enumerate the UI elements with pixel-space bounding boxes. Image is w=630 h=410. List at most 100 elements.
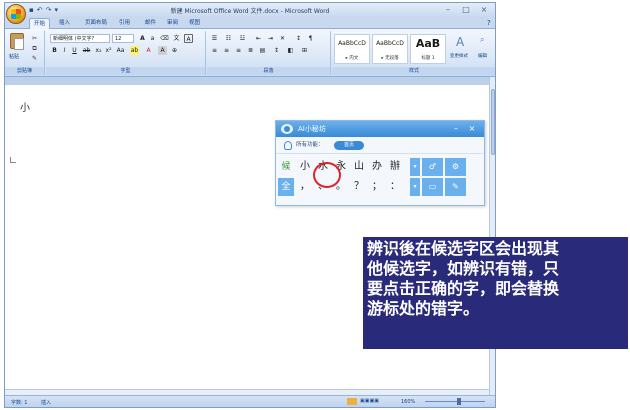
document-text[interactable]: 小 — [20, 99, 30, 114]
grow-font-icon[interactable]: A — [138, 34, 147, 43]
format-painter-icon[interactable]: ✎ — [31, 55, 38, 62]
line-spacing-icon[interactable]: ↕ — [272, 46, 281, 55]
symbol-char[interactable]: ： — [386, 178, 404, 196]
instruction-note: 辨识後在候选字区会出现其 他候选字，如辨识有错，只 要点击正确的字，即会替换 游… — [363, 237, 628, 349]
pen-icon[interactable]: ✎ — [444, 178, 466, 196]
close-button[interactable]: × — [475, 4, 493, 15]
subscript-icon[interactable]: x₂ — [94, 46, 103, 55]
tab-references[interactable]: 引用 — [115, 18, 134, 29]
enclose-char-icon[interactable]: ⊕ — [170, 46, 179, 55]
multilevel-list-icon[interactable]: ☳ — [238, 34, 247, 43]
office-button[interactable] — [6, 4, 26, 24]
shading-icon[interactable]: ◧ — [286, 46, 295, 55]
candidate-char[interactable]: 辦 — [386, 158, 404, 176]
phonetic-guide-icon[interactable]: 文 — [172, 34, 181, 43]
change-styles-label[interactable]: 变更样式 — [450, 53, 468, 59]
char-shading-icon[interactable]: A — [158, 46, 167, 55]
insert-mode[interactable]: 插入 — [41, 399, 51, 406]
font-color-icon[interactable]: A — [144, 46, 153, 55]
zoom-slider[interactable] — [425, 401, 485, 402]
distributed-icon[interactable]: ▤ — [258, 46, 267, 55]
font-name-combo[interactable]: 新细明体 (中文字? — [50, 34, 110, 43]
book-icon[interactable]: ▭ — [421, 178, 443, 196]
decrease-indent-icon[interactable]: ⇤ — [254, 34, 263, 43]
align-left-icon[interactable]: ≡ — [210, 46, 219, 55]
word-count[interactable]: 字数: 1 — [11, 399, 27, 406]
zoom-slider-thumb[interactable] — [457, 398, 461, 405]
show-marks-icon[interactable]: ¶ — [306, 34, 315, 43]
clipboard-group: 粘贴 ✂ ⧉ ✎ 剪贴簿 — [5, 31, 45, 75]
print-layout-icon[interactable] — [347, 398, 357, 405]
minimize-button[interactable]: – — [439, 4, 457, 15]
style-no-spacing-sample: AaBbCcD — [376, 40, 404, 47]
symbol-char[interactable]: ； — [368, 178, 386, 196]
align-right-icon[interactable]: ≡ — [234, 46, 243, 55]
style-normal[interactable]: AaBbCcD ▸ 内文 — [334, 34, 370, 64]
candidate-more-icon[interactable]: ▾ — [410, 158, 420, 176]
tab-review[interactable]: 审阅 — [163, 18, 182, 29]
ime-title-bar: AI小秘坊 – × — [276, 121, 484, 137]
shrink-font-icon[interactable]: a — [148, 34, 157, 43]
qat-dropdown-icon[interactable]: ▾ — [55, 6, 59, 14]
bold-icon[interactable]: B — [50, 46, 59, 55]
paste-label[interactable]: 粘贴 — [9, 53, 19, 60]
tab-view[interactable]: 视图 — [185, 18, 204, 29]
tab-mailings[interactable]: 邮件 — [141, 18, 160, 29]
edit-label[interactable]: 编辑 — [478, 53, 487, 59]
help-icon[interactable]: ? — [483, 18, 495, 29]
borders-icon[interactable]: ⊞ — [300, 46, 309, 55]
maximize-button[interactable]: □ — [457, 4, 475, 15]
save-icon[interactable]: ▪ — [29, 6, 34, 14]
view-buttons-icon[interactable]: ▣▣▣▣ — [360, 398, 396, 405]
candidate-char[interactable]: 小 — [296, 158, 314, 176]
tab-insert[interactable]: 插入 — [55, 18, 74, 29]
undo-icon[interactable]: ↶ — [37, 6, 43, 14]
strikethrough-icon[interactable]: ab — [82, 46, 91, 55]
ime-close-icon[interactable]: × — [466, 121, 478, 137]
voice-icon[interactable]: ♂ — [421, 158, 443, 176]
cut-icon[interactable]: ✂ — [31, 35, 38, 42]
superscript-icon[interactable]: x² — [104, 46, 113, 55]
style-no-spacing[interactable]: AaBbCcD ▸ 无段落 — [372, 34, 408, 64]
paste-icon[interactable] — [10, 33, 24, 50]
group-label-font: 字型 — [46, 67, 205, 75]
zoom-level[interactable]: 160% — [401, 399, 415, 405]
char-border-icon[interactable]: A — [184, 34, 193, 43]
sort-icon[interactable]: ↕ — [294, 34, 303, 43]
numbering-icon[interactable]: ☷ — [224, 34, 233, 43]
candidate-char[interactable]: 办 — [368, 158, 386, 176]
note-line: 他候选字，如辨识有错，只 — [367, 259, 560, 278]
font-size-combo[interactable]: 12 — [112, 34, 134, 43]
align-center-icon[interactable]: ≡ — [222, 46, 231, 55]
style-heading-1-name: 标题 1 — [421, 56, 435, 61]
find-icon[interactable]: ⌕ — [480, 35, 484, 45]
highlight-icon[interactable]: ab — [130, 46, 139, 55]
tab-page-layout[interactable]: 页面布局 — [81, 18, 111, 29]
group-label-paragraph: 段落 — [207, 67, 330, 75]
copy-icon[interactable]: ⧉ — [31, 45, 38, 52]
increase-indent-icon[interactable]: ⇥ — [266, 34, 275, 43]
ribbon-tabs: 开始 插入 页面布局 引用 邮件 审阅 视图 ? — [5, 17, 495, 29]
underline-icon[interactable]: U — [70, 46, 79, 55]
asian-layout-icon[interactable]: ✕ — [278, 34, 287, 43]
clear-format-icon[interactable]: ⌫ — [160, 34, 169, 43]
settings-icon[interactable]: ⚙ — [444, 158, 466, 176]
candidate-row-tag: 候 — [278, 158, 294, 176]
redo-icon[interactable]: ↷ — [46, 6, 52, 14]
change-styles-icon[interactable]: A — [456, 35, 470, 49]
style-normal-name: ▸ 内文 — [345, 56, 359, 61]
symbol-char[interactable]: ， — [296, 178, 314, 196]
candidate-char[interactable]: 山 — [350, 158, 368, 176]
italic-icon[interactable]: I — [60, 46, 69, 55]
symbol-more-icon[interactable]: ▾ — [410, 178, 420, 196]
bullets-icon[interactable]: ☰ — [210, 34, 219, 43]
tab-home[interactable]: 开始 — [29, 18, 51, 29]
style-heading-1[interactable]: AaB 标题 1 — [410, 34, 446, 64]
scroll-thumb[interactable] — [491, 89, 495, 155]
symbol-char[interactable]: ？ — [350, 178, 368, 196]
ime-home-button[interactable]: 首页 — [334, 141, 364, 150]
note-line: 辨识後在候选字区会出现其 — [367, 239, 560, 258]
justify-icon[interactable]: ≣ — [246, 46, 255, 55]
ime-minimize-icon[interactable]: – — [450, 121, 462, 137]
change-case-icon[interactable]: Aa — [116, 46, 125, 55]
